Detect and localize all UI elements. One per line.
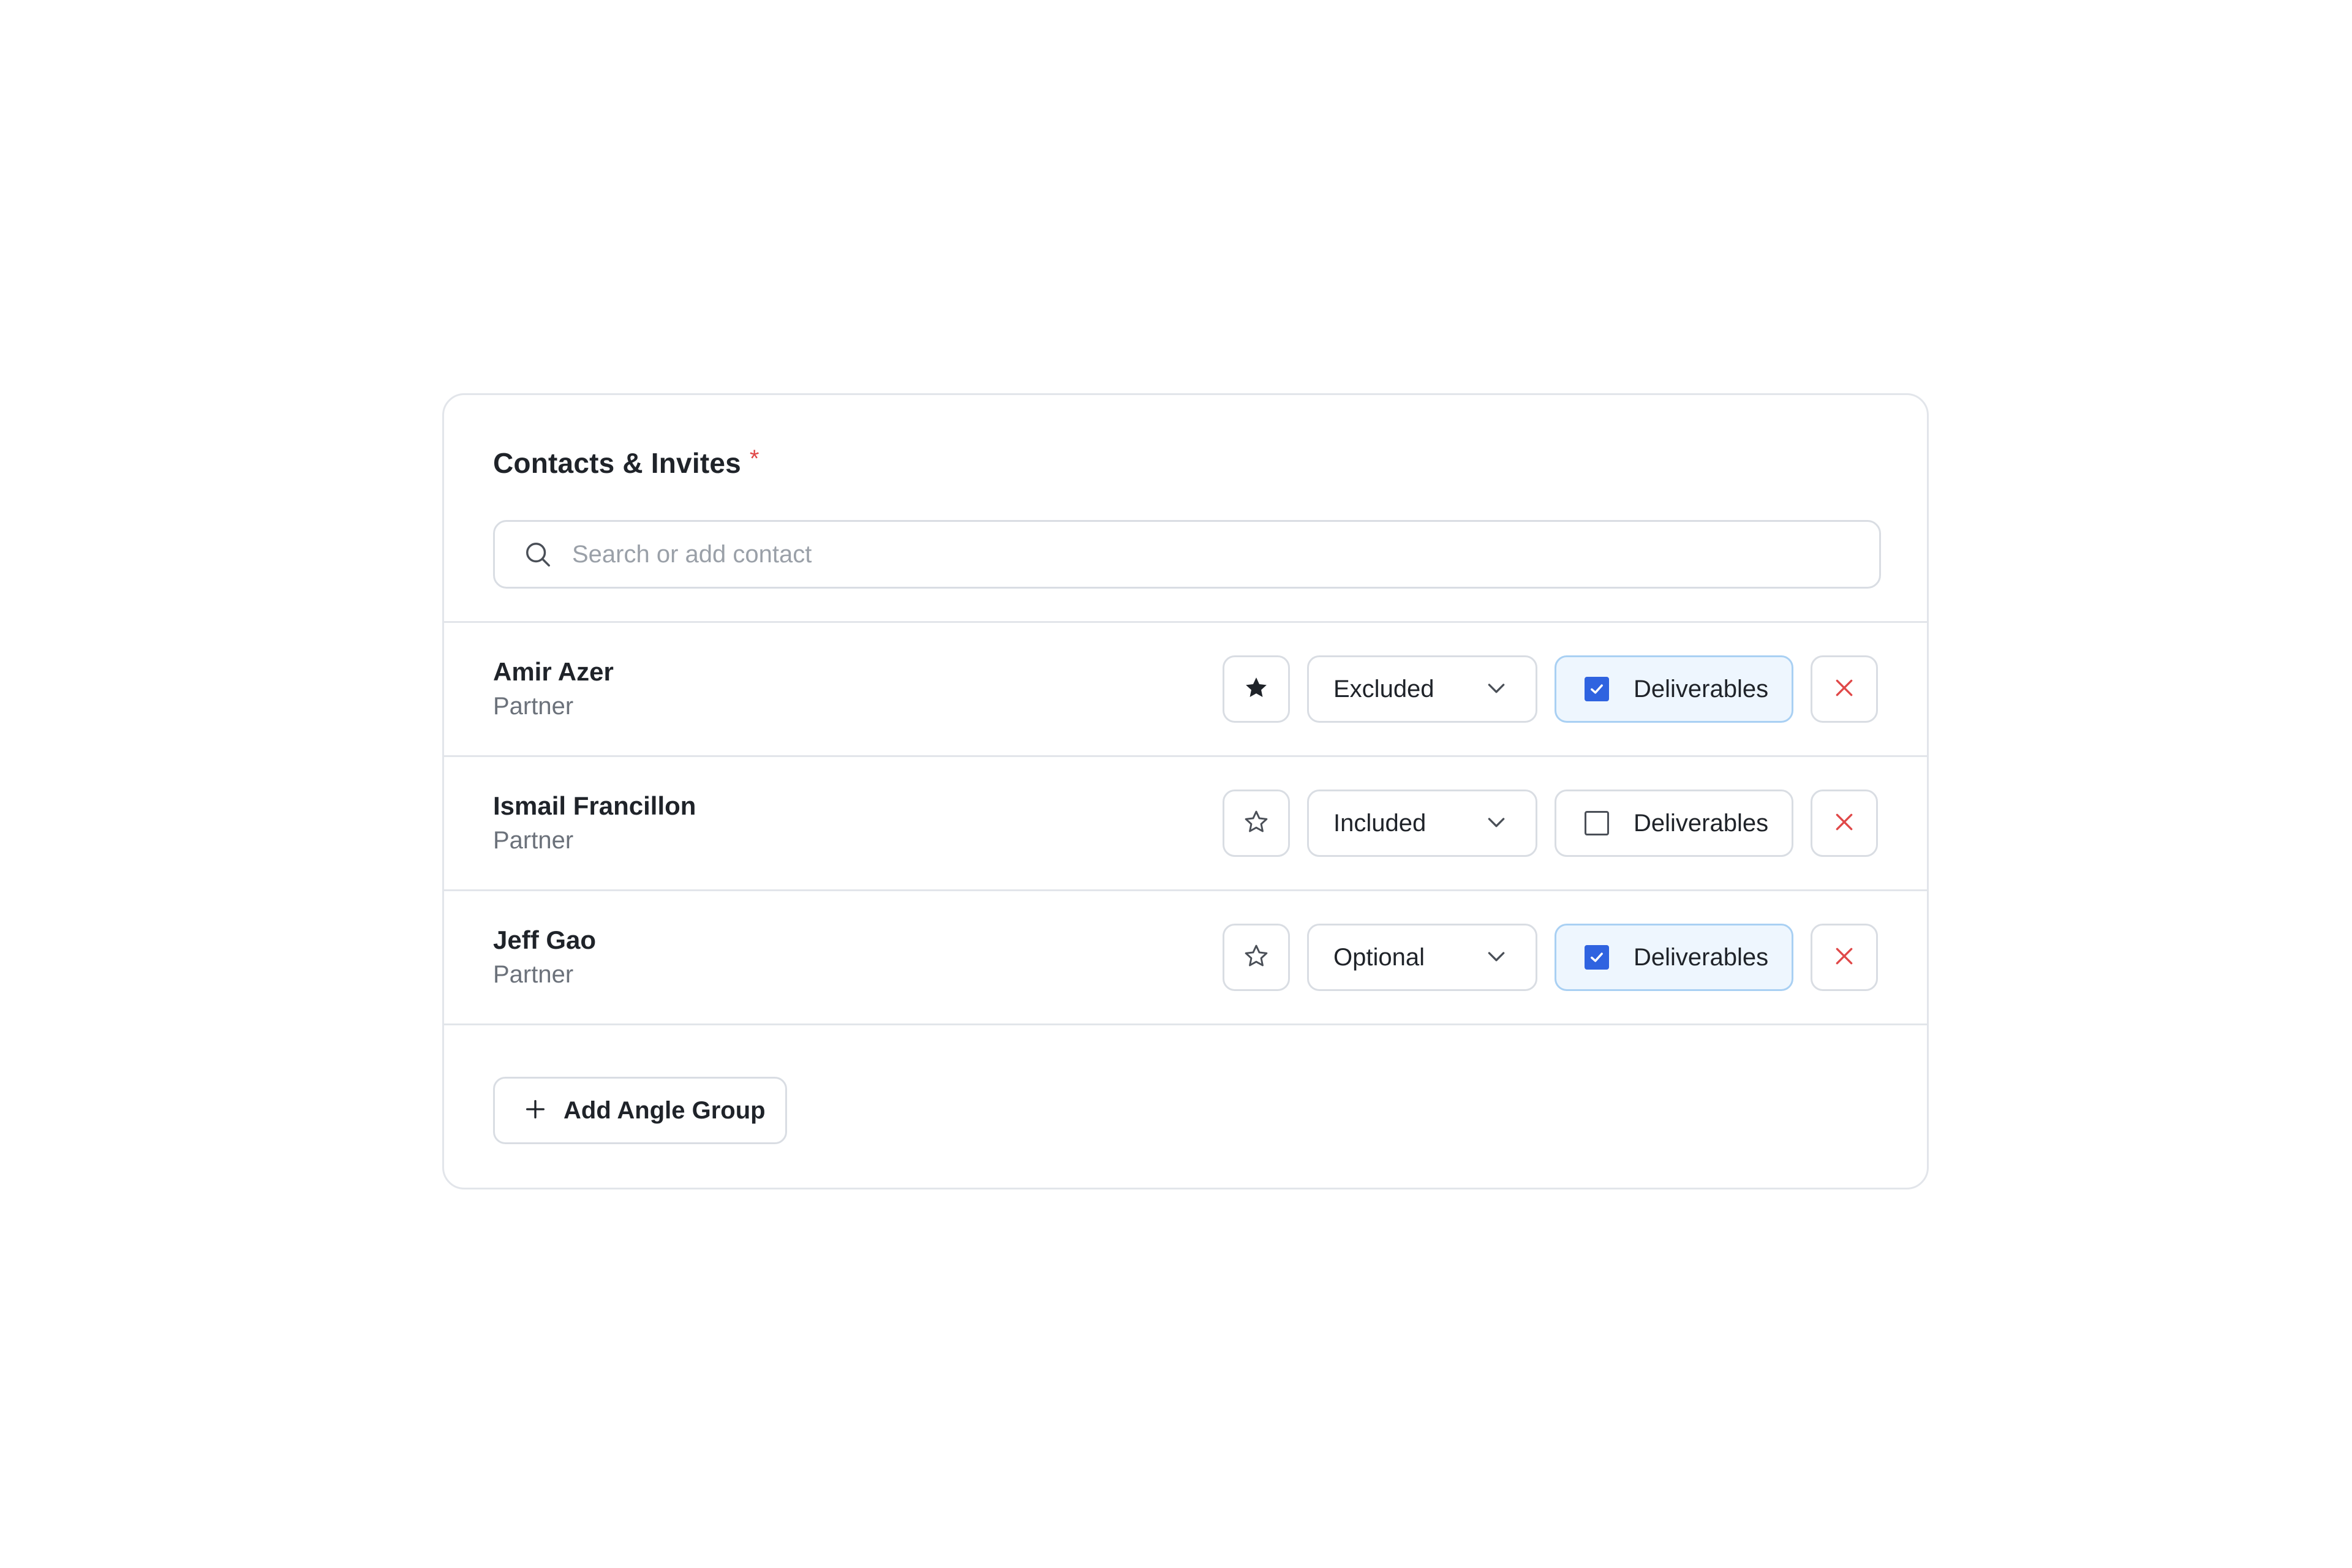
search-input[interactable] <box>571 530 1796 579</box>
section-title: Contacts & Invites <box>493 447 741 479</box>
contact-info: Amir Azer Partner <box>493 655 614 723</box>
deliverables-toggle[interactable]: Deliverables <box>1555 924 1793 991</box>
contact-row: Amir Azer Partner Excluded Deliverables <box>444 623 1927 757</box>
contact-controls: Included Deliverables <box>1223 790 1878 857</box>
contact-role: Partner <box>493 693 574 720</box>
deliverables-checkbox[interactable] <box>1585 945 1609 970</box>
chevron-down-icon <box>1484 676 1509 703</box>
contact-name: Ismail Francillon <box>493 791 696 820</box>
status-select-value: Included <box>1333 809 1427 837</box>
chevron-down-icon <box>1484 810 1509 837</box>
remove-contact-button[interactable] <box>1811 924 1878 991</box>
contact-name: Jeff Gao <box>493 925 597 954</box>
close-icon <box>1832 944 1856 971</box>
checkmark-icon <box>1591 952 1603 962</box>
deliverables-checkbox[interactable] <box>1585 811 1609 835</box>
star-button[interactable] <box>1223 790 1290 857</box>
contact-role: Partner <box>493 961 574 988</box>
card-header: Contacts & Invites * <box>444 395 1927 623</box>
search-icon <box>522 538 554 570</box>
search-box[interactable] <box>493 520 1881 589</box>
remove-contact-button[interactable] <box>1811 655 1878 723</box>
contact-info: Jeff Gao Partner <box>493 923 596 992</box>
contact-row: Ismail Francillon Partner Included Deliv… <box>444 757 1927 891</box>
checkmark-icon <box>1591 684 1603 694</box>
required-marker: * <box>749 445 760 472</box>
contact-info: Ismail Francillon Partner <box>493 789 696 858</box>
status-select-value: Excluded <box>1333 675 1434 703</box>
close-icon <box>1832 810 1856 837</box>
status-select[interactable]: Excluded <box>1307 655 1537 723</box>
status-select-value: Optional <box>1333 943 1425 971</box>
plus-icon <box>523 1097 548 1125</box>
star-button[interactable] <box>1223 655 1290 723</box>
deliverables-toggle[interactable]: Deliverables <box>1555 655 1793 723</box>
contact-role: Partner <box>493 827 574 854</box>
contacts-card: Contacts & Invites * Amir Azer Partner <box>442 393 1929 1189</box>
status-select[interactable]: Included <box>1307 790 1537 857</box>
status-select[interactable]: Optional <box>1307 924 1537 991</box>
star-button[interactable] <box>1223 924 1290 991</box>
star-filled-icon <box>1243 674 1270 704</box>
card-footer: Add Angle Group <box>444 1025 1927 1188</box>
add-angle-group-button[interactable]: Add Angle Group <box>493 1077 787 1144</box>
add-angle-group-label: Add Angle Group <box>564 1096 766 1124</box>
deliverables-label: Deliverables <box>1634 809 1769 837</box>
deliverables-toggle[interactable]: Deliverables <box>1555 790 1793 857</box>
close-icon <box>1832 676 1856 703</box>
contact-name: Amir Azer <box>493 657 614 686</box>
remove-contact-button[interactable] <box>1811 790 1878 857</box>
chevron-down-icon <box>1484 944 1509 971</box>
deliverables-checkbox[interactable] <box>1585 677 1609 701</box>
title-row: Contacts & Invites * <box>493 445 760 480</box>
contact-controls: Excluded Deliverables <box>1223 655 1878 723</box>
contact-row: Jeff Gao Partner Optional Deliverables <box>444 891 1927 1025</box>
contact-controls: Optional Deliverables <box>1223 924 1878 991</box>
deliverables-label: Deliverables <box>1634 943 1769 971</box>
star-outline-icon <box>1243 809 1270 839</box>
deliverables-label: Deliverables <box>1634 675 1769 703</box>
star-outline-icon <box>1243 943 1270 973</box>
